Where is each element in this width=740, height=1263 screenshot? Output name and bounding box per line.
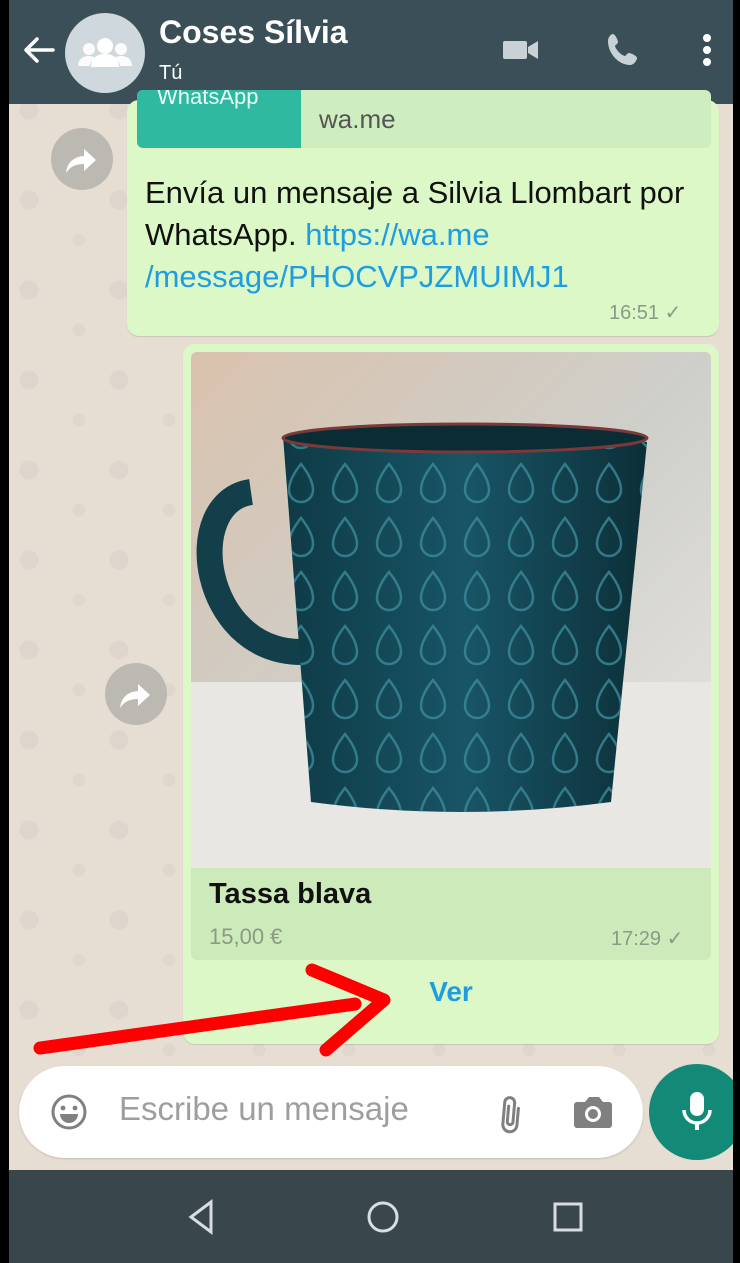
message-input-bar[interactable]: Escribe un mensaje [19,1066,643,1158]
message-input[interactable]: Escribe un mensaje [119,1090,409,1128]
forward-icon[interactable] [51,128,113,190]
recents-square-icon[interactable] [545,1194,591,1240]
product-caption: Tassa blava 15,00 € 17:29 ✓ [191,868,711,960]
product-price: 15,00 € [209,924,283,949]
chat-title[interactable]: Coses Sílvia [159,14,348,51]
single-check-icon: ✓ [664,302,682,324]
link-domain: wa.me [319,104,396,134]
more-vert-icon[interactable] [685,28,729,72]
message-time: 17:29 ✓ [611,926,683,951]
chat-subtitle: Tú [159,62,183,84]
product-message-bubble[interactable]: Tassa blava 15,00 € 17:29 ✓ Ver [183,344,719,1044]
single-check-icon: ✓ [666,928,684,950]
message-time: 16:51 ✓ [609,300,681,325]
phone-icon[interactable] [601,28,645,72]
emoji-icon[interactable] [49,1092,89,1132]
view-product-button[interactable]: Ver [183,976,719,1008]
camera-icon[interactable] [571,1092,615,1132]
attach-icon[interactable] [489,1090,533,1134]
back-triangle-icon[interactable] [179,1194,225,1240]
link-preview[interactable]: WhatsApp wa.me [137,90,711,148]
group-avatar-icon[interactable] [65,13,145,93]
link-preview-thumbnail: WhatsApp [137,90,301,148]
back-arrow-icon[interactable] [19,30,59,70]
home-circle-icon[interactable] [360,1194,406,1240]
forward-icon[interactable] [105,663,167,725]
mic-icon [682,1092,712,1130]
chat-header: Coses Sílvia Tú [9,0,733,104]
message-time-value: 16:51 [609,302,660,324]
product-name: Tassa blava [209,878,372,910]
link-message-bubble[interactable]: WhatsApp wa.me Envía un mensaje a Silvia… [127,90,719,336]
chat-screen: Coses Sílvia Tú WhatsApp wa.me Envía un … [9,0,733,1263]
message-text: Envía un mensaje a Silvia Llombart por W… [145,172,705,298]
message-time-value: 17:29 [611,928,662,950]
system-nav-bar [9,1170,733,1263]
video-call-icon[interactable] [499,28,543,72]
product-image[interactable] [191,352,711,868]
